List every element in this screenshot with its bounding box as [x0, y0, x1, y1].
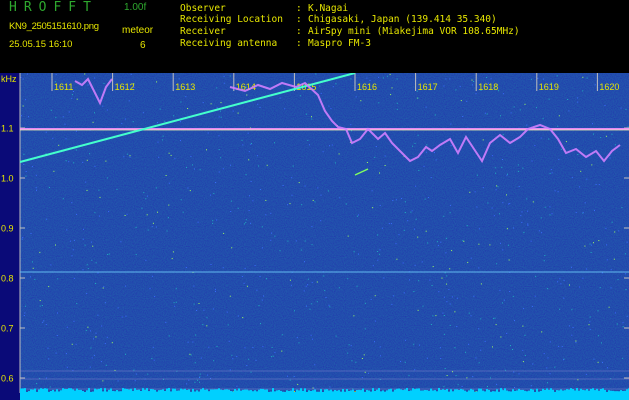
receiver-label: Receiver [180, 26, 226, 37]
location-separator: : [296, 14, 302, 25]
y-tick-label: 1.0 [1, 174, 14, 184]
y-tick-label: 0.6 [1, 374, 14, 384]
time-tick-label: 1617 [418, 82, 438, 92]
app-version: 1.00f [124, 2, 147, 13]
antenna-value: Maspro FM-3 [308, 38, 371, 49]
y-tick-label: 1.1 [1, 124, 14, 134]
observer-value: K.Nagai [308, 3, 349, 14]
time-tick-label: 1618 [478, 82, 498, 92]
capture-datetime: 25.05.15 16:10 [9, 39, 73, 50]
location-value: Chigasaki, Japan (139.414 35.340) [308, 14, 497, 25]
y-axis-unit: kHz [1, 74, 17, 84]
header-panel: HROFFT 1.00f KN9_2505151610.png 25.05.15… [0, 0, 629, 73]
observer-label: Observer [180, 3, 226, 14]
meteor-label: meteor [122, 25, 154, 36]
time-tick-label: 1611 [54, 82, 73, 92]
image-filename: KN9_2505151610.png [9, 21, 99, 32]
spectrogram: kHz1.11.00.90.80.70.61611 1612 1613 1614 161… [0, 73, 629, 400]
antenna-separator: : [296, 38, 302, 49]
time-tick-label: 1619 [539, 82, 559, 92]
time-tick-label: 1613 [175, 82, 195, 92]
time-tick-label: 1612 [115, 82, 135, 92]
y-tick-label: 0.7 [1, 324, 14, 334]
meteor-count: 6 [140, 40, 146, 51]
app-title: HROFFT [9, 0, 98, 15]
noise-texture [20, 73, 629, 393]
antenna-label: Receiving antenna [180, 38, 278, 49]
observer-separator: : [296, 3, 302, 14]
y-tick-label: 0.9 [1, 224, 14, 234]
bottom-band [20, 393, 629, 400]
spectrogram-panel: kHz 1.1 1.0 0.9 0.8 0.7 0.6 1611 1612 1613 1614 161… [0, 73, 629, 400]
time-tick-label: 1620 [599, 82, 619, 92]
receiver-separator: : [296, 26, 302, 37]
time-tick-label: 1616 [357, 82, 377, 92]
location-label: Receiving Location [180, 14, 283, 25]
y-tick-label: 0.8 [1, 274, 14, 284]
receiver-value: AirSpy mini (Miakejima VOR 108.65MHz) [308, 26, 520, 37]
